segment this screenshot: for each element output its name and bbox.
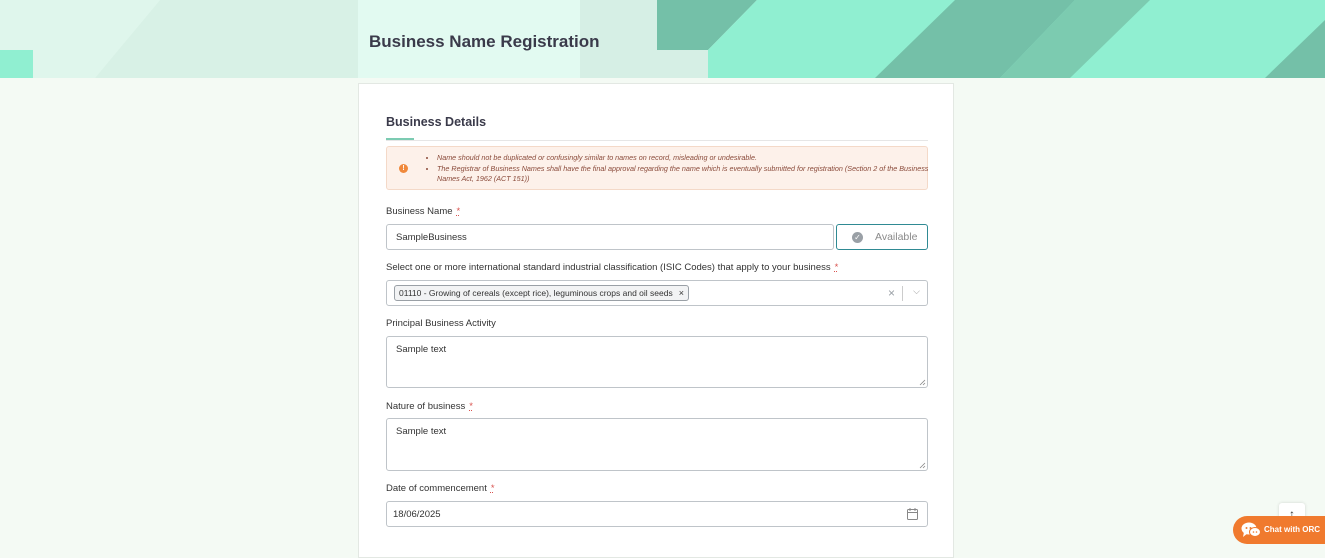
select-separator: [902, 286, 903, 301]
commencement-label-text: Date of commencement: [386, 483, 487, 494]
principal-activity-label-text: Principal Business Activity: [386, 318, 496, 329]
business-name-input[interactable]: SampleBusiness: [386, 224, 834, 250]
commencement-date-label: Date of commencement *: [386, 483, 495, 494]
business-name-value: SampleBusiness: [396, 232, 467, 243]
header-banner: Business Name Registration: [0, 0, 1325, 78]
nature-value: Sample text: [396, 426, 447, 437]
calendar-icon[interactable]: [907, 508, 918, 520]
isic-multiselect[interactable]: 01110 - Growing of cereals (except rice)…: [386, 280, 928, 306]
business-details-card: Business Details ! Name should not be du…: [358, 83, 954, 558]
required-marker: *: [469, 401, 473, 412]
isic-label-text: Select one or more international standar…: [386, 262, 831, 273]
notice-list: Name should not be duplicated or confusi…: [425, 153, 935, 185]
nature-of-business-textarea[interactable]: Sample text: [386, 418, 928, 471]
resize-handle-icon[interactable]: [919, 462, 926, 469]
isic-chip-label: 01110 - Growing of cereals (except rice)…: [399, 288, 673, 298]
required-marker: *: [834, 262, 839, 273]
commencement-date-value: 18/06/2025: [393, 509, 441, 520]
principal-activity-textarea[interactable]: Sample text: [386, 336, 928, 388]
chip-remove-icon[interactable]: ×: [679, 288, 684, 298]
tab-business-details[interactable]: Business Details: [386, 115, 486, 129]
check-circle-icon: ✓: [852, 232, 863, 243]
nature-of-business-label: Nature of business *: [386, 401, 473, 412]
required-marker: *: [456, 206, 461, 217]
availability-button[interactable]: ✓ Available: [836, 224, 928, 250]
nature-label-text: Nature of business: [386, 401, 466, 412]
isic-label: Select one or more international standar…: [386, 262, 838, 273]
principal-activity-value: Sample text: [396, 344, 447, 355]
resize-handle-icon[interactable]: [919, 379, 926, 386]
chat-with-orc-button[interactable]: Chat with ORC: [1233, 516, 1325, 544]
notice-item: The Registrar of Business Names shall ha…: [437, 164, 935, 185]
chat-label: Chat with ORC: [1264, 525, 1320, 534]
chevron-down-icon[interactable]: ⌵: [913, 286, 920, 297]
isic-chip: 01110 - Growing of cereals (except rice)…: [394, 285, 689, 301]
page-title: Business Name Registration: [369, 32, 600, 51]
notice-item: Name should not be duplicated or confusi…: [437, 153, 935, 164]
business-name-label: Business Name *: [386, 206, 460, 217]
exclamation-circle-icon: !: [399, 164, 408, 173]
registration-notice: ! Name should not be duplicated or confu…: [386, 146, 928, 190]
tab-divider: [386, 140, 928, 141]
availability-label: Available: [875, 231, 918, 243]
banner-decoration: [0, 0, 1325, 78]
principal-activity-label: Principal Business Activity: [386, 318, 496, 329]
chat-bubbles-icon: [1241, 522, 1261, 537]
required-marker: *: [490, 483, 495, 494]
clear-icon[interactable]: ×: [888, 286, 895, 300]
commencement-date-input[interactable]: 18/06/2025: [386, 501, 928, 527]
business-name-label-text: Business Name: [386, 206, 453, 217]
